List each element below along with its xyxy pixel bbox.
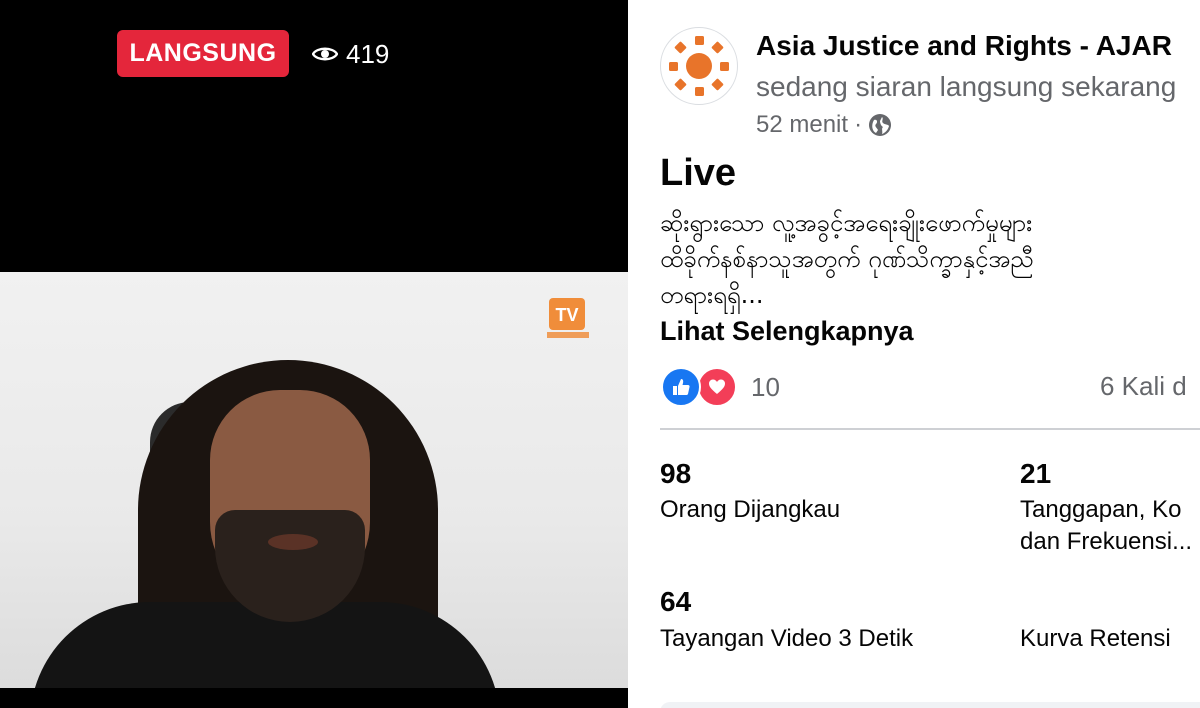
tv-channel-logo-icon: TV <box>547 298 589 338</box>
divider <box>660 428 1200 430</box>
stat-3s-views-value: 64 <box>660 586 692 617</box>
speaker-mouth <box>268 534 318 550</box>
love-reaction-icon <box>697 367 737 407</box>
eye-icon <box>312 47 338 61</box>
video-frame: TV <box>0 272 628 688</box>
stat-retention-label[interactable]: Kurva Retensi <box>1020 623 1171 655</box>
post-description: ဆိုးရွားသော လူ့အခွင့်အရေးချိုးဖောက်မှုမျ… <box>660 209 1034 309</box>
live-badge: LANGSUNG <box>117 30 289 77</box>
live-video-player[interactable]: LANGSUNG 419 TV <box>0 0 628 708</box>
page-name-link[interactable]: Asia Justice and Rights - AJAR <box>756 30 1172 62</box>
reaction-summary[interactable]: 10 <box>661 367 780 407</box>
post-title: Live <box>660 152 737 194</box>
post-meta: 52 menit · <box>756 111 892 139</box>
stat-reach-label[interactable]: Orang Dijangkau <box>660 494 840 526</box>
viewer-count-value: 419 <box>346 38 390 69</box>
stat-engagement-label[interactable]: Tanggapan, Ko dan Frekuensi... <box>1020 494 1192 558</box>
sun-logo-icon <box>669 36 729 96</box>
globe-icon <box>869 114 892 136</box>
stat-reach-value: 98 <box>660 458 692 489</box>
post-info-panel: Asia Justice and Rights - AJAR sedang si… <box>628 0 1200 708</box>
tv-logo-text: TV <box>555 305 578 325</box>
stat-3s-views-label[interactable]: Tayangan Video 3 Detik <box>660 623 913 655</box>
video-bottom-bar <box>0 688 628 708</box>
share-count[interactable]: 6 Kali d <box>1100 371 1187 402</box>
post-time[interactable]: 52 menit <box>756 111 848 139</box>
page-avatar[interactable] <box>660 27 738 105</box>
reaction-count: 10 <box>751 371 780 402</box>
viewer-count: 419 <box>312 37 389 71</box>
meta-separator: · <box>854 111 863 138</box>
live-status-text: sedang siaran langsung sekarang <box>756 71 1177 102</box>
next-card-edge <box>660 702 1200 708</box>
see-more-link[interactable]: Lihat Selengkapnya <box>660 316 914 347</box>
stat-engagement-value: 21 <box>1020 458 1052 489</box>
like-reaction-icon <box>661 367 701 407</box>
